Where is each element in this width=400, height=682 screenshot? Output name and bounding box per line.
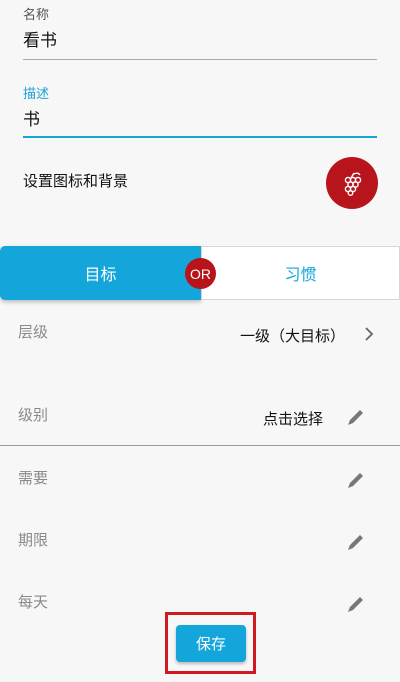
pencil-icon[interactable] [345,593,367,615]
grade-label: 级别 [18,406,49,424]
deadline-label: 期限 [18,531,49,549]
description-underline [23,136,377,138]
description-input[interactable]: 书 [23,105,40,130]
name-underline [23,59,377,60]
name-input[interactable]: 看书 [23,26,57,51]
pencil-icon[interactable] [345,469,367,491]
or-badge: OR [185,258,216,289]
pencil-icon[interactable] [345,406,367,428]
daily-label: 每天 [18,593,49,611]
grade-value[interactable]: 点击选择 [263,408,323,429]
tab-habit[interactable]: 习惯 [201,246,400,300]
chevron-right-icon[interactable] [364,326,374,342]
name-label: 名称 [23,8,50,23]
tab-goal[interactable]: 目标 [0,246,201,300]
save-button[interactable]: 保存 [176,625,246,662]
level-label: 层级 [18,323,49,341]
icon-setting-label: 设置图标和背景 [23,172,129,190]
pencil-icon[interactable] [345,531,367,553]
need-label: 需要 [18,469,49,487]
level-value[interactable]: 一级（大目标） [240,325,345,346]
grapes-icon [344,172,362,196]
section-divider [0,445,400,446]
description-label: 描述 [23,87,50,102]
icon-background-button[interactable] [326,157,378,209]
